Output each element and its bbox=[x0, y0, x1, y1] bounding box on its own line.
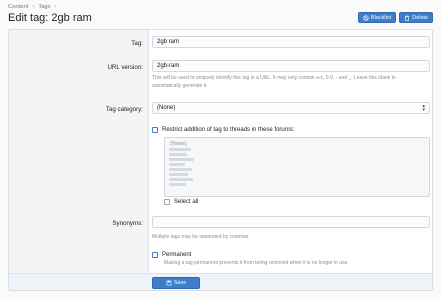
permanent-label: Permanent bbox=[162, 252, 192, 258]
forum-select-list[interactable]: (None) bbox=[164, 137, 430, 197]
delete-button[interactable]: Delete bbox=[399, 12, 433, 23]
blacklist-label: Blacklist bbox=[370, 14, 392, 21]
tag-category-value: (None) bbox=[157, 105, 176, 111]
url-version-input[interactable]: 2gb-ram bbox=[152, 60, 430, 72]
permanent-hint: Making a tag permanent prevents it from … bbox=[164, 260, 349, 266]
select-all-label: Select all bbox=[174, 199, 199, 205]
page-title: Edit tag: 2gb ram bbox=[8, 12, 92, 24]
forum-option-none[interactable]: (None) bbox=[170, 141, 187, 147]
ban-icon bbox=[363, 14, 369, 21]
url-version-label: URL version: bbox=[107, 64, 143, 71]
permanent-checkbox[interactable] bbox=[152, 252, 158, 258]
synonyms-input[interactable] bbox=[152, 216, 430, 228]
tag-input[interactable]: 2gb ram bbox=[152, 36, 430, 48]
chevron-right-icon: › bbox=[54, 3, 57, 10]
breadcrumb: Content › Tags › bbox=[8, 2, 57, 11]
synonyms-label: Synonyms: bbox=[112, 220, 143, 227]
form-footer: Save bbox=[9, 273, 432, 290]
restrict-forums-checkbox[interactable] bbox=[152, 127, 158, 133]
tag-category-select[interactable]: (None) ▴ ▾ bbox=[152, 102, 430, 114]
blacklist-button[interactable]: Blacklist bbox=[357, 12, 397, 23]
restrict-forums-label: Restrict addition of tag to threads in t… bbox=[162, 127, 295, 133]
forum-options-redacted bbox=[169, 148, 195, 194]
tag-label: Tag: bbox=[131, 40, 143, 47]
restrict-forums-option[interactable]: Restrict addition of tag to threads in t… bbox=[152, 127, 294, 133]
delete-label: Delete bbox=[412, 14, 428, 21]
chevron-right-icon: › bbox=[32, 3, 35, 10]
select-arrows-icon: ▴ ▾ bbox=[422, 103, 425, 113]
synonyms-hint: Multiple tags may be separated by commas… bbox=[152, 234, 250, 240]
save-button[interactable]: Save bbox=[152, 277, 200, 289]
select-all-checkbox[interactable] bbox=[164, 199, 170, 205]
trash-icon bbox=[404, 14, 410, 21]
save-label: Save bbox=[173, 280, 187, 286]
url-version-hint: This will be used to uniquely identify t… bbox=[152, 75, 396, 89]
tag-category-label: Tag category: bbox=[105, 106, 143, 113]
page-actions: Blacklist Delete bbox=[357, 12, 433, 23]
breadcrumb-item-content[interactable]: Content bbox=[8, 4, 28, 10]
edit-tag-form: Tag: 2gb ram URL version: 2gb-ram This w… bbox=[8, 29, 433, 291]
save-icon bbox=[166, 280, 172, 286]
select-all-option[interactable]: Select all bbox=[164, 199, 198, 205]
breadcrumb-item-tags[interactable]: Tags bbox=[38, 4, 50, 10]
permanent-option[interactable]: Permanent bbox=[152, 252, 191, 258]
